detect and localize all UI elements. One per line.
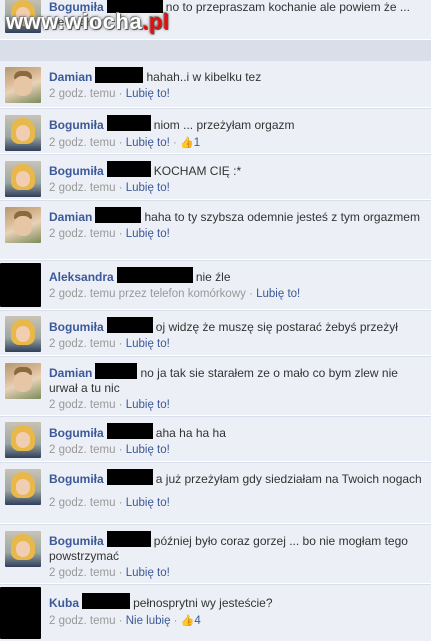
thumbs-up-icon: 👍 <box>180 615 195 627</box>
comment-time: 2 godz. temu <box>49 338 116 350</box>
avatar[interactable] <box>5 115 41 151</box>
watermark: www.wiocha.pl <box>6 9 170 34</box>
comment-time: 2 godz. temu przez telefon komórkowy <box>49 288 246 300</box>
avatar[interactable] <box>5 422 41 458</box>
comment-time: 2 godz. temu <box>49 399 116 411</box>
comment-item: Bogumiła później było coraz gorzej ... b… <box>0 524 431 584</box>
comment-time: 2 godz. temu <box>49 615 116 627</box>
redacted-name <box>106 317 153 333</box>
like-link[interactable]: Lubię to! <box>126 497 170 509</box>
comment-item: Kuba pełnosprytni wy jesteście? 2 godz. … <box>0 584 431 642</box>
comment-time: 2 godz. temu <box>49 137 116 149</box>
redacted-name <box>82 593 131 609</box>
redacted-name <box>95 207 142 223</box>
like-link[interactable]: Lubię to! <box>126 137 170 149</box>
comment-time: 2 godz. temu <box>49 88 116 100</box>
comment-author[interactable]: Bogumiła <box>49 426 104 440</box>
like-link[interactable]: Lubię to! <box>126 567 170 579</box>
comment-time: 2 godz. temu <box>49 567 116 579</box>
like-link[interactable]: Lubię to! <box>126 182 170 194</box>
comment-time: 2 godz. temu <box>49 444 116 456</box>
comment-item: Damian no ja tak sie starałem ze o mało … <box>0 356 431 416</box>
comment-text: oj widzę że muszę się postarać żebyś prz… <box>155 320 398 334</box>
avatar[interactable] <box>0 587 41 639</box>
like-link[interactable]: Lubię to! <box>256 288 300 300</box>
comment-time: 2 godz. temu <box>49 182 116 194</box>
like-link[interactable]: Lubię to! <box>126 338 170 350</box>
comment-author[interactable]: Kuba <box>49 596 79 610</box>
redacted-name <box>116 267 193 283</box>
comment-text: a już przeżyłam gdy siedziałam na Twoich… <box>155 472 422 486</box>
redacted-name <box>106 469 153 485</box>
comment-author[interactable]: Bogumiła <box>49 320 104 334</box>
unlike-link[interactable]: Nie lubię <box>126 615 171 627</box>
comment-item: Aleksandra nie źle 2 godz. temu przez te… <box>0 260 431 310</box>
redacted-name <box>95 67 144 83</box>
like-link[interactable]: Lubię to! <box>126 88 170 100</box>
comment-author[interactable]: Bogumiła <box>49 118 104 132</box>
like-link[interactable]: Lubię to! <box>126 228 170 240</box>
avatar[interactable] <box>5 67 41 103</box>
redacted-name <box>106 531 151 547</box>
avatar[interactable] <box>5 469 41 505</box>
comment-text: hahah..i w kibelku tez <box>146 70 262 84</box>
avatar[interactable] <box>5 531 41 567</box>
comment-text: pełnosprytni wy jesteście? <box>133 596 273 610</box>
redacted-name <box>106 115 151 131</box>
comment-text: KOCHAM CIĘ :* <box>153 164 242 178</box>
comment-text: niom ... przeżyłam orgazm <box>153 118 295 132</box>
comment-item: Damian haha to ty szybsza odemnie jesteś… <box>0 200 431 260</box>
redacted-name <box>95 363 138 379</box>
comment-author[interactable]: Bogumiła <box>49 164 104 178</box>
thumbs-up-icon: 👍 <box>180 137 194 149</box>
avatar[interactable] <box>0 263 41 307</box>
redacted-name <box>106 423 153 439</box>
comment-item: Bogumiła a już przeżyłam gdy siedziałam … <box>0 462 431 524</box>
comment-time: 2 godz. temu <box>49 497 116 509</box>
comment-text: haha to ty szybsza odemnie jesteś z tym … <box>144 210 420 224</box>
comment-item: Bogumiła oj widzę że muszę się postarać … <box>0 310 431 356</box>
comment-item: Bogumiła aha ha ha ha 2 godz. temu · Lub… <box>0 416 431 462</box>
comment-item: Bogumiła KOCHAM CIĘ :* 2 godz. temu · Lu… <box>0 154 431 200</box>
redacted-name <box>106 161 151 177</box>
like-count[interactable]: 4 <box>194 615 200 627</box>
comment-author[interactable]: Damian <box>49 210 92 224</box>
comment-author[interactable]: Bogumiła <box>49 472 104 486</box>
like-link[interactable]: Lubię to! <box>126 399 170 411</box>
comment-author[interactable]: Aleksandra <box>49 270 114 284</box>
comment-item: Bogumiła niom ... przeżyłam orgazm 2 god… <box>0 108 431 154</box>
comment-author[interactable]: Bogumiła <box>49 534 104 548</box>
like-link[interactable]: Lubię to! <box>126 444 170 456</box>
avatar[interactable] <box>5 316 41 352</box>
comment-author[interactable]: Damian <box>49 70 92 84</box>
comment-text: nie źle <box>195 270 231 284</box>
comment-author[interactable]: Damian <box>49 366 92 380</box>
avatar[interactable] <box>5 207 41 243</box>
comment-item: Damian hahah..i w kibelku tez 2 godz. te… <box>0 60 431 108</box>
avatar[interactable] <box>5 363 41 399</box>
like-count[interactable]: 1 <box>194 137 200 149</box>
comment-text: aha ha ha ha <box>155 426 226 440</box>
avatar[interactable] <box>5 161 41 197</box>
comment-time: 2 godz. temu <box>49 228 116 240</box>
